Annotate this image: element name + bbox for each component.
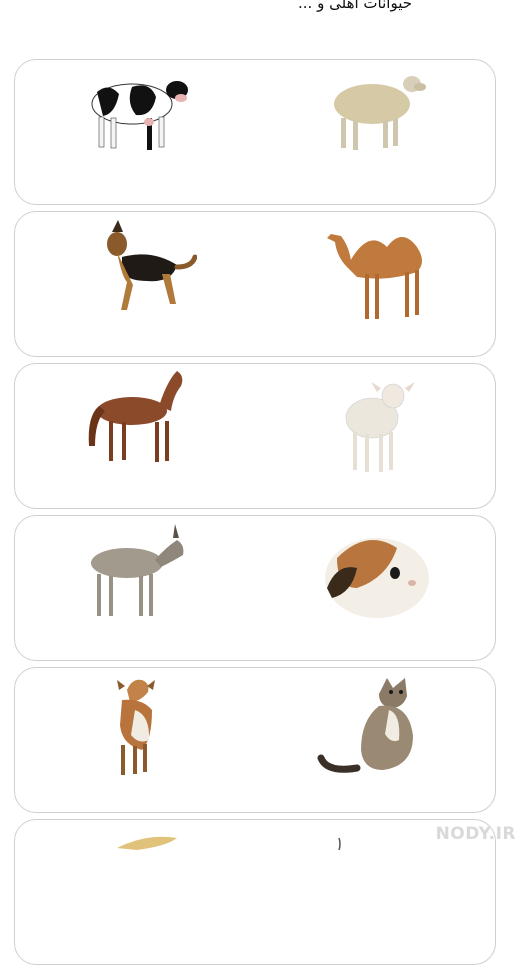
donkey-icon	[91, 524, 184, 616]
sheep-icon	[334, 76, 426, 150]
partial-animal-image-right	[317, 830, 437, 850]
animal-card-row-2	[14, 211, 496, 357]
watermark: NODY.IR	[436, 824, 516, 844]
page-title: حیوانات اهلی و ...	[298, 0, 412, 12]
horse-image	[77, 366, 197, 486]
lamb-image	[317, 366, 437, 486]
goat-icon	[117, 679, 155, 775]
animal-card-row-3	[14, 363, 496, 509]
bird-icon	[117, 836, 177, 850]
cat-image	[317, 670, 437, 790]
cat-icon	[317, 678, 413, 773]
guinea-pig-icon	[325, 538, 429, 618]
dog-image	[77, 212, 197, 332]
animal-card-row-6	[14, 819, 496, 965]
horse-icon	[88, 371, 183, 462]
cow-image	[77, 62, 197, 182]
sheep-image	[317, 62, 437, 182]
dog-icon	[107, 220, 197, 310]
watermark-brand: NODY.IR	[435, 824, 516, 844]
camel-icon	[327, 234, 422, 319]
animal-icon	[338, 837, 341, 850]
camel-image	[317, 212, 437, 332]
guinea-pig-image	[317, 518, 437, 638]
partial-animal-image	[77, 828, 197, 858]
animal-card-row-1	[14, 59, 496, 205]
cow-icon	[91, 81, 188, 150]
animal-card-row-5	[14, 667, 496, 813]
lamb-icon	[345, 382, 415, 472]
goat-image	[77, 670, 197, 790]
animal-card-row-4	[14, 515, 496, 661]
donkey-image	[77, 518, 197, 638]
